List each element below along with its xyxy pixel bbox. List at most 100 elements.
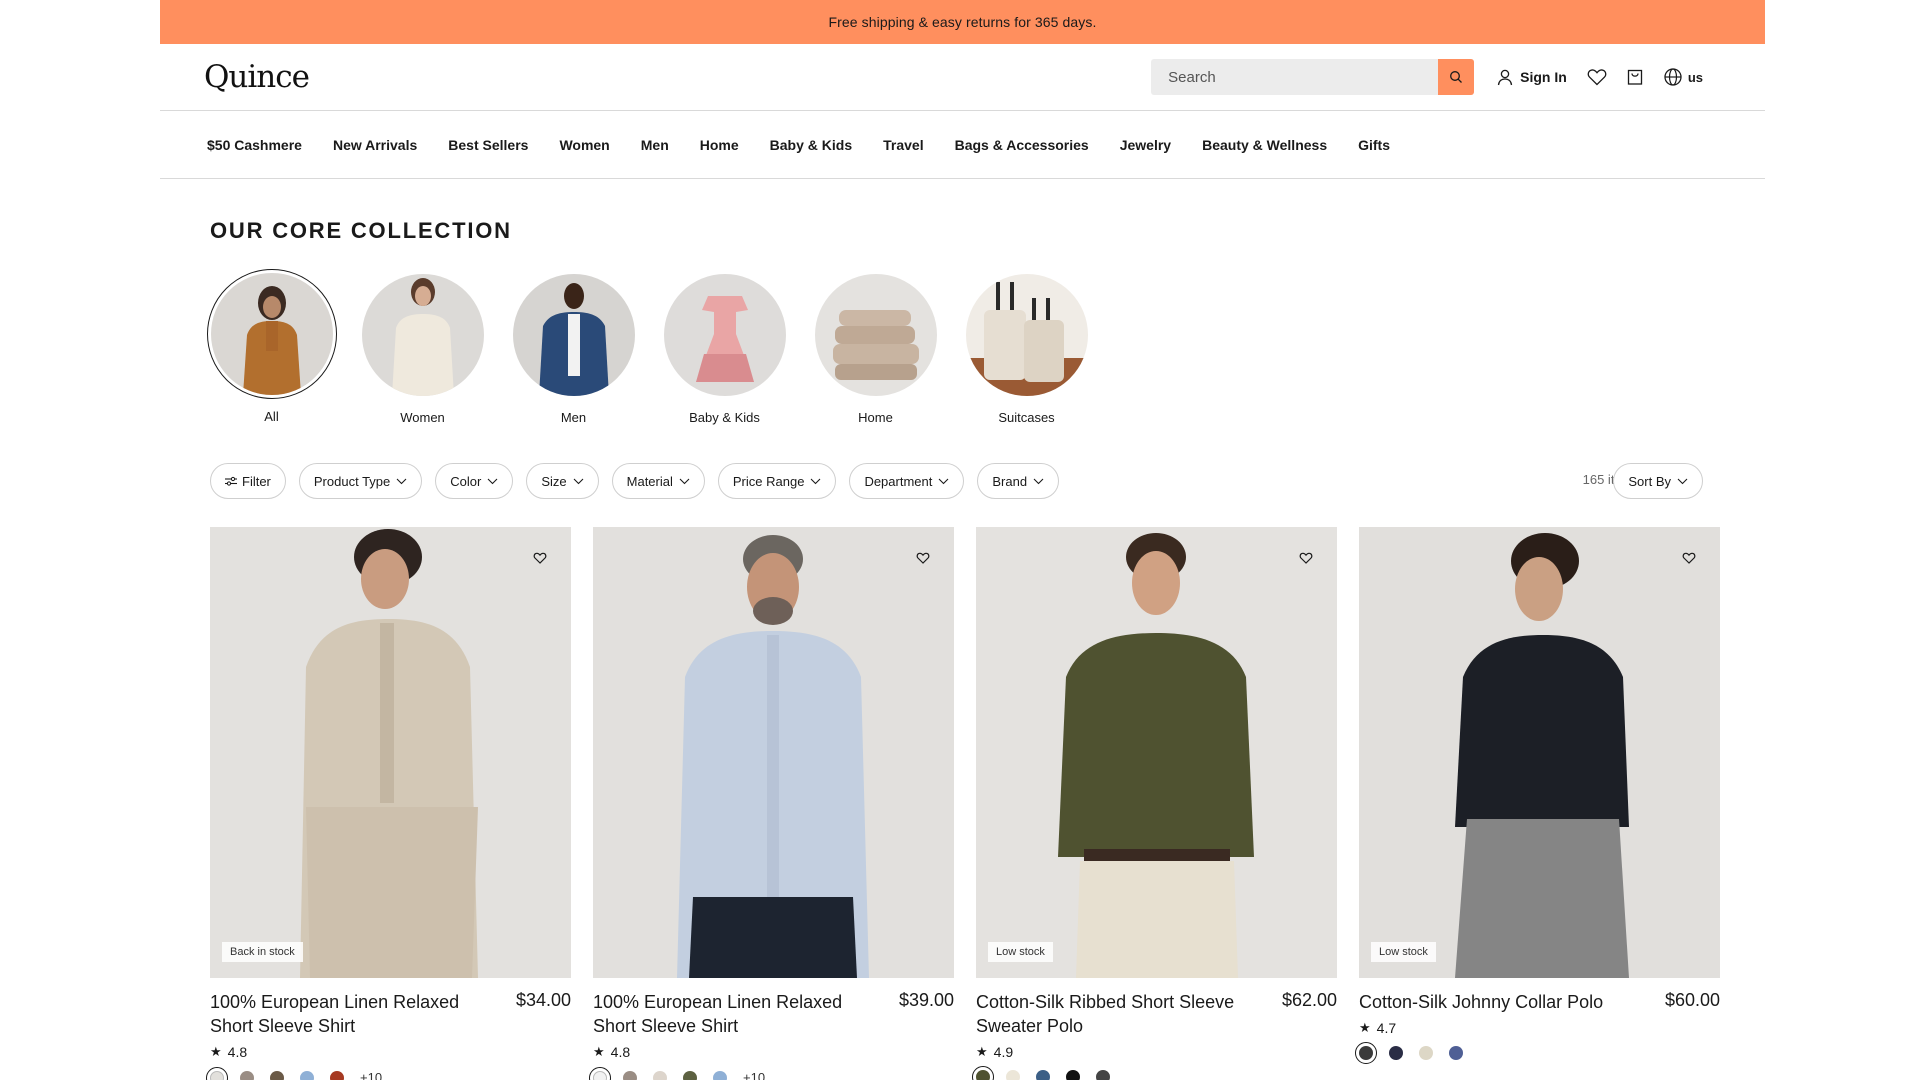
- wishlist-button[interactable]: [1587, 68, 1607, 86]
- color-swatch[interactable]: [1355, 1042, 1377, 1064]
- nav-item-new-arrivals[interactable]: New Arrivals: [333, 137, 417, 153]
- nav-item-jewelry[interactable]: Jewelry: [1120, 137, 1171, 153]
- color-swatch[interactable]: [1096, 1070, 1110, 1080]
- globe-icon: [1664, 68, 1682, 86]
- color-swatches: [1355, 1042, 1720, 1064]
- filter-color[interactable]: Color: [435, 463, 514, 499]
- color-swatch[interactable]: [1419, 1046, 1433, 1060]
- color-swatch[interactable]: [972, 1066, 994, 1080]
- nav-item-cashmere[interactable]: $50 Cashmere: [207, 137, 302, 153]
- search-input[interactable]: [1151, 68, 1437, 86]
- product-name[interactable]: Cotton-Silk Johnny Collar Polo: [1359, 990, 1649, 1014]
- more-colors[interactable]: +10: [360, 1070, 382, 1080]
- quince-logo[interactable]: Quince: [204, 59, 310, 95]
- product-image[interactable]: [593, 527, 954, 978]
- wishlist-toggle[interactable]: [1299, 551, 1313, 569]
- chip-label: Brand: [992, 473, 1028, 489]
- rating-value: 4.9: [993, 1044, 1014, 1060]
- product-image[interactable]: Low stock: [1359, 527, 1720, 978]
- category-all[interactable]: All: [206, 269, 337, 425]
- chevron-down-icon: [679, 478, 690, 484]
- color-swatch[interactable]: [683, 1070, 697, 1080]
- sliders-icon: [225, 476, 237, 486]
- chip-label: Department: [864, 473, 933, 489]
- search-button[interactable]: [1438, 59, 1475, 95]
- nav-item-home[interactable]: Home: [700, 137, 739, 153]
- product-image[interactable]: Low stock: [976, 527, 1337, 978]
- color-swatch[interactable]: [1036, 1070, 1050, 1080]
- locale-selector[interactable]: us: [1663, 67, 1703, 87]
- color-swatch[interactable]: [1449, 1046, 1463, 1060]
- category-baby-kids[interactable]: Baby & Kids: [659, 274, 790, 425]
- filter-price-range[interactable]: Price Range: [717, 463, 837, 499]
- nav-item-women[interactable]: Women: [559, 137, 609, 153]
- category-women[interactable]: Women: [357, 274, 488, 425]
- nav-item-gifts[interactable]: Gifts: [1358, 137, 1390, 153]
- chip-label: Product Type: [313, 473, 391, 489]
- filter-bar: Filter Product Type Color Size Material …: [210, 463, 1072, 499]
- promo-banner: Free shipping & easy returns for 365 day…: [160, 0, 1765, 44]
- color-swatch[interactable]: [1389, 1046, 1403, 1060]
- filter-material[interactable]: Material: [611, 463, 705, 499]
- color-swatch[interactable]: [1066, 1070, 1080, 1080]
- wishlist-toggle[interactable]: [916, 551, 930, 569]
- product-rating: ★ 4.7: [1359, 1020, 1720, 1036]
- color-swatch[interactable]: [653, 1070, 667, 1080]
- promo-text: Free shipping & easy returns for 365 day…: [828, 14, 1097, 30]
- product-card[interactable]: 100% European Linen Relaxed Short Sleeve…: [589, 527, 954, 1080]
- color-swatch[interactable]: [206, 1066, 228, 1080]
- cart-button[interactable]: [1626, 68, 1644, 86]
- category-selected-ring: [206, 269, 337, 399]
- product-card[interactable]: Back in stock 100% European Linen Relaxe…: [206, 527, 571, 1080]
- color-swatch[interactable]: [300, 1070, 314, 1080]
- chevron-down-icon: [938, 478, 949, 484]
- nav-item-beauty-wellness[interactable]: Beauty & Wellness: [1202, 137, 1327, 153]
- category-label: Men: [560, 410, 587, 425]
- category-suitcases[interactable]: Suitcases: [961, 274, 1092, 425]
- sort-label: Sort By: [1628, 473, 1671, 489]
- search-icon: [1450, 71, 1463, 83]
- color-swatch[interactable]: [270, 1070, 284, 1080]
- product-image[interactable]: Back in stock: [210, 527, 571, 978]
- stock-badge: Low stock: [988, 942, 1053, 962]
- product-info: Cotton-Silk Ribbed Short Sleeve Sweater …: [976, 990, 1337, 1038]
- stock-badge: Low stock: [1371, 942, 1436, 962]
- color-swatch[interactable]: [623, 1070, 637, 1080]
- color-swatch[interactable]: [330, 1070, 344, 1080]
- heart-icon: [1299, 552, 1313, 564]
- chip-label: Color: [450, 473, 482, 489]
- category-image-baby-kids: [663, 274, 786, 396]
- wishlist-toggle[interactable]: [1682, 551, 1696, 569]
- sign-in-button[interactable]: Sign In: [1496, 68, 1567, 86]
- user-icon: [1498, 69, 1513, 86]
- product-name[interactable]: 100% European Linen Relaxed Short Sleeve…: [210, 990, 500, 1038]
- nav-item-bags-accessories[interactable]: Bags & Accessories: [955, 137, 1089, 153]
- color-swatch[interactable]: [713, 1070, 727, 1080]
- star-icon: ★: [593, 1044, 605, 1059]
- heart-icon: [533, 552, 547, 564]
- category-men[interactable]: Men: [508, 274, 639, 425]
- bag-icon: [1627, 69, 1642, 85]
- category-carousel: All Women Men Baby & Kids Home Suitcases: [206, 269, 1112, 425]
- product-card[interactable]: Low stock Cotton-Silk Ribbed Short Sleev…: [972, 527, 1337, 1080]
- filter-size[interactable]: Size: [526, 463, 599, 499]
- filter-product-type[interactable]: Product Type: [298, 463, 423, 499]
- filter-department[interactable]: Department: [849, 463, 965, 499]
- product-card[interactable]: Low stock Cotton-Silk Johnny Collar Polo…: [1355, 527, 1720, 1080]
- nav-item-travel[interactable]: Travel: [883, 137, 923, 153]
- filter-button[interactable]: Filter: [210, 463, 286, 499]
- wishlist-toggle[interactable]: [533, 551, 547, 569]
- color-swatch[interactable]: [589, 1066, 611, 1080]
- sort-dropdown[interactable]: Sort By: [1613, 463, 1703, 499]
- nav-item-men[interactable]: Men: [641, 137, 669, 153]
- color-swatch[interactable]: [1006, 1070, 1020, 1080]
- color-swatch[interactable]: [240, 1070, 254, 1080]
- filter-brand[interactable]: Brand: [977, 463, 1060, 499]
- nav-item-baby-kids[interactable]: Baby & Kids: [770, 137, 852, 153]
- product-name[interactable]: 100% European Linen Relaxed Short Sleeve…: [593, 990, 883, 1038]
- product-name[interactable]: Cotton-Silk Ribbed Short Sleeve Sweater …: [976, 990, 1266, 1038]
- nav-item-best-sellers[interactable]: Best Sellers: [448, 137, 528, 153]
- more-colors[interactable]: +10: [743, 1070, 765, 1080]
- star-icon: ★: [1359, 1020, 1371, 1035]
- category-home[interactable]: Home: [810, 274, 941, 425]
